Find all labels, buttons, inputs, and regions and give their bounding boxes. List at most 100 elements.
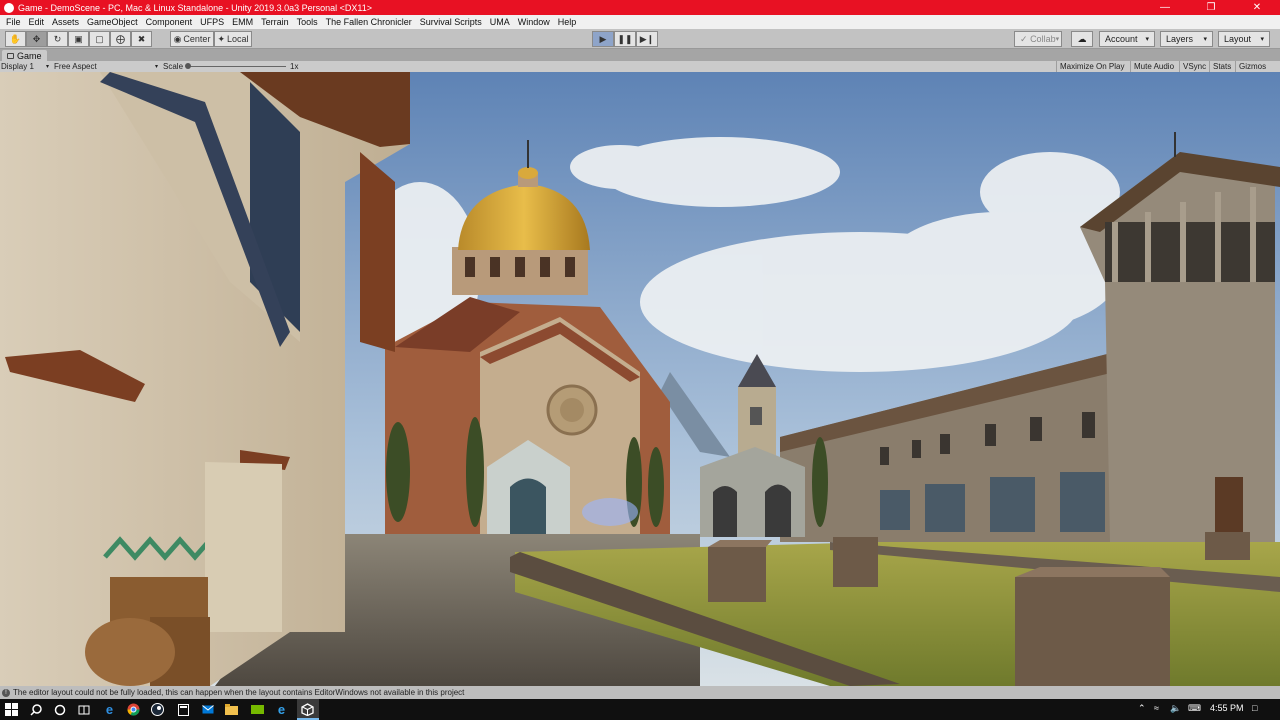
- ie-icon[interactable]: e: [274, 702, 289, 717]
- info-icon: !: [2, 688, 10, 697]
- menu-component[interactable]: Component: [142, 17, 197, 27]
- cloud-icon: ☁: [1077, 33, 1087, 44]
- search-icon[interactable]: [28, 702, 43, 717]
- scale-label: Scale: [163, 62, 184, 71]
- edge-icon[interactable]: e: [102, 702, 117, 717]
- account-label: Account: [1105, 34, 1138, 44]
- mail-icon[interactable]: [200, 702, 215, 717]
- mute-audio-toggle[interactable]: Mute Audio: [1130, 61, 1177, 72]
- tray-chevron-icon[interactable]: ⌃: [1138, 703, 1146, 714]
- nvidia-icon[interactable]: [250, 702, 265, 717]
- game-scene-render: [0, 72, 1280, 686]
- windows-taskbar: e e ⌃ ≈ 🔈 ⌨ 4:55 PM □: [0, 699, 1280, 720]
- close-button[interactable]: ✕: [1234, 0, 1280, 15]
- title-bar: Game - DemoScene - PC, Mac & Linux Stand…: [0, 0, 1280, 15]
- status-bar: ! The editor layout could not be fully l…: [0, 686, 1280, 699]
- pivot-icon: ◉: [173, 33, 182, 44]
- network-icon[interactable]: ≈: [1154, 703, 1159, 713]
- menu-gameobject[interactable]: GameObject: [83, 17, 142, 27]
- chevron-down-icon: ▾: [1260, 36, 1264, 43]
- maximize-button[interactable]: ❐: [1188, 0, 1234, 15]
- game-viewport[interactable]: [0, 72, 1280, 686]
- layout-label: Layout: [1224, 34, 1252, 44]
- task-view-icon[interactable]: [76, 702, 91, 717]
- scale-tool-icon[interactable]: ▣: [68, 31, 89, 47]
- menu-help[interactable]: Help: [554, 17, 581, 27]
- unity-app-icon: [4, 2, 14, 13]
- rotate-tool-icon[interactable]: ↻: [47, 31, 68, 47]
- pivot-local-label: Local: [227, 34, 249, 44]
- hand-tool-icon[interactable]: ✋: [5, 31, 26, 47]
- menu-fallen-chronicler[interactable]: The Fallen Chronicler: [322, 17, 416, 27]
- menu-tools[interactable]: Tools: [293, 17, 322, 27]
- chrome-icon[interactable]: [126, 702, 141, 717]
- transform-tool-icon[interactable]: ⨁: [110, 31, 131, 47]
- collab-label: Collab: [1030, 34, 1056, 44]
- aspect-label: Free Aspect: [54, 62, 97, 71]
- transform-tools: ✋ ✥ ↻ ▣ ▢ ⨁ ✖: [5, 31, 152, 47]
- aspect-dropdown[interactable]: Free Aspect ▾: [54, 61, 158, 72]
- scale-slider-handle[interactable]: [185, 63, 191, 69]
- chevron-down-icon: ▾: [45, 64, 49, 70]
- pivot-local-button[interactable]: ✦ Local: [214, 31, 252, 47]
- custom-tool-icon[interactable]: ✖: [131, 31, 152, 47]
- language-icon[interactable]: ⌨: [1188, 703, 1201, 714]
- menu-survival-scripts[interactable]: Survival Scripts: [416, 17, 486, 27]
- layout-dropdown[interactable]: Layout ▾: [1218, 31, 1270, 47]
- account-dropdown[interactable]: Account ▾: [1099, 31, 1155, 47]
- chevron-down-icon: ▾: [1203, 36, 1207, 43]
- game-tab-strip: Game: [0, 49, 1280, 61]
- collab-check-icon: ✓: [1020, 33, 1028, 44]
- cortana-icon[interactable]: [52, 702, 67, 717]
- pivot-tools: ◉ Center ✦ Local: [170, 31, 252, 47]
- volume-icon[interactable]: 🔈: [1170, 703, 1181, 714]
- pause-button[interactable]: ❚❚: [614, 31, 636, 47]
- game-view-icon: [7, 52, 14, 59]
- menu-uma[interactable]: UMA: [486, 17, 514, 27]
- rect-tool-icon[interactable]: ▢: [89, 31, 110, 47]
- chevron-down-icon: ▾: [154, 64, 158, 70]
- game-view-toolbar: Display 1 ▾ Free Aspect ▾ Scale 1x Maxim…: [0, 61, 1280, 72]
- play-button[interactable]: ▶: [592, 31, 614, 47]
- main-toolbar: ✋ ✥ ↻ ▣ ▢ ⨁ ✖ ◉ Center ✦ Local ▶ ❚❚ ▶❙ ✓…: [0, 29, 1280, 49]
- menu-assets[interactable]: Assets: [48, 17, 83, 27]
- cloud-button[interactable]: ☁: [1071, 31, 1093, 47]
- chevron-down-icon: ▾: [1055, 36, 1060, 43]
- window-title: Game - DemoScene - PC, Mac & Linux Stand…: [18, 2, 373, 13]
- steam-icon[interactable]: [150, 702, 165, 717]
- menu-edit[interactable]: Edit: [25, 17, 49, 27]
- status-message: The editor layout could not be fully loa…: [13, 688, 465, 697]
- move-tool-icon[interactable]: ✥: [26, 31, 47, 47]
- scale-slider[interactable]: [186, 66, 286, 67]
- stats-toggle[interactable]: Stats: [1209, 61, 1234, 72]
- pivot-center-button[interactable]: ◉ Center: [170, 31, 214, 47]
- display-dropdown[interactable]: Display 1 ▾: [1, 61, 49, 72]
- step-button[interactable]: ▶❙: [636, 31, 658, 47]
- minimize-button[interactable]: —: [1142, 0, 1188, 15]
- gizmos-dropdown[interactable]: Gizmos: [1235, 61, 1269, 72]
- menu-window[interactable]: Window: [514, 17, 554, 27]
- local-icon: ✦: [217, 33, 226, 44]
- notification-icon[interactable]: □: [1252, 703, 1257, 713]
- collab-dropdown[interactable]: ✓ Collab ▾: [1014, 31, 1062, 47]
- clock[interactable]: 4:55 PM: [1210, 703, 1244, 713]
- start-icon[interactable]: [4, 702, 19, 717]
- menu-emm[interactable]: EMM: [228, 17, 257, 27]
- layers-label: Layers: [1166, 34, 1194, 44]
- menu-file[interactable]: File: [2, 17, 25, 27]
- menu-ufps[interactable]: UFPS: [196, 17, 228, 27]
- folder-icon[interactable]: [224, 702, 239, 717]
- scale-value: 1x: [290, 62, 299, 71]
- calculator-icon[interactable]: [176, 702, 191, 717]
- maximize-on-play-toggle[interactable]: Maximize On Play: [1056, 61, 1127, 72]
- chevron-down-icon: ▾: [1145, 36, 1149, 43]
- menu-bar: File Edit Assets GameObject Component UF…: [0, 15, 1280, 29]
- display-label: Display 1: [1, 62, 34, 71]
- vsync-toggle[interactable]: VSync: [1179, 61, 1209, 72]
- menu-terrain[interactable]: Terrain: [257, 17, 293, 27]
- tab-game[interactable]: Game: [2, 50, 47, 61]
- unity-icon[interactable]: [300, 702, 315, 717]
- pivot-center-label: Center: [183, 34, 211, 44]
- layers-dropdown[interactable]: Layers ▾: [1160, 31, 1213, 47]
- tab-game-label: Game: [17, 50, 42, 61]
